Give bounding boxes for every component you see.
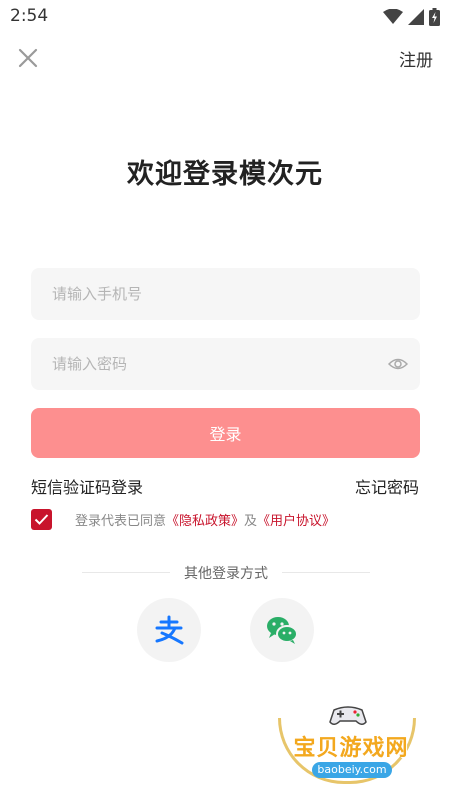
checkmark-icon — [34, 514, 49, 525]
password-input[interactable] — [31, 338, 420, 390]
gamepad-icon — [329, 706, 367, 725]
register-link[interactable]: 注册 — [399, 46, 433, 71]
battery-icon — [429, 7, 440, 26]
watermark-url: baobeiy.com — [312, 762, 392, 778]
watermark-title: 宝贝游戏网 — [293, 736, 409, 761]
page-title: 欢迎登录模次元 — [127, 159, 323, 190]
sms-login-link[interactable]: 短信验证码登录 — [31, 474, 143, 498]
login-button[interactable]: 登录 — [31, 408, 420, 458]
divider-line-right — [282, 572, 370, 573]
phone-field-container — [31, 268, 420, 320]
agreement-prefix: 登录代表已同意 — [75, 514, 167, 529]
password-visibility-toggle[interactable] — [387, 354, 409, 378]
privacy-policy-link[interactable]: 《隐私政策》 — [166, 514, 244, 529]
wifi-icon — [382, 8, 403, 24]
other-login-divider: 其他登录方式 — [82, 563, 370, 583]
agreement-text: 登录代表已同意《隐私政策》及《用户协议》 — [75, 510, 335, 529]
agreement-checkbox[interactable] — [31, 509, 52, 530]
close-icon — [18, 48, 38, 68]
status-time: 2:54 — [10, 6, 49, 26]
other-login-label: 其他登录方式 — [184, 566, 268, 582]
eye-icon — [387, 358, 409, 370]
alipay-login-button[interactable] — [137, 598, 201, 662]
wechat-login-button[interactable] — [250, 598, 314, 662]
wechat-icon — [267, 617, 298, 644]
password-field-container — [31, 338, 420, 390]
close-button[interactable] — [14, 44, 42, 72]
status-icons — [382, 6, 440, 26]
agreement-and: 及 — [244, 514, 258, 529]
status-bar: 2:54 — [0, 0, 450, 32]
user-agreement-link[interactable]: 《用户协议》 — [257, 514, 335, 529]
forgot-password-link[interactable]: 忘记密码 — [355, 474, 419, 498]
watermark: 宝贝游戏网 baobeiy.com — [270, 700, 430, 790]
signal-icon — [407, 8, 424, 25]
alipay-icon — [155, 615, 184, 645]
phone-input[interactable] — [31, 268, 420, 320]
